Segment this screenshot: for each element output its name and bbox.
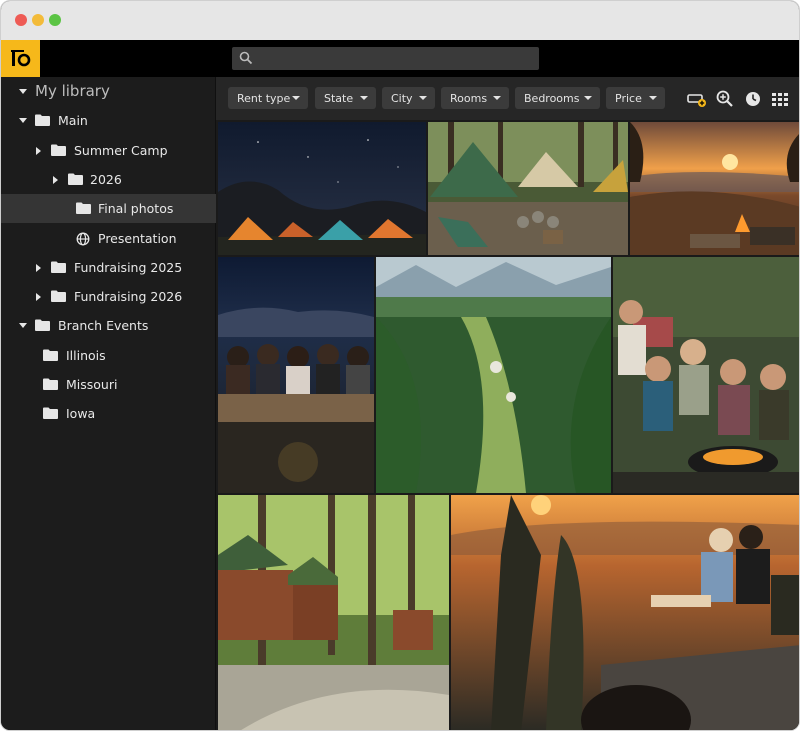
tree-root-label: My library: [35, 82, 110, 100]
filter-city[interactable]: City: [382, 87, 435, 109]
filter-bar: Rent type State City Rooms Bedrooms Pric…: [216, 77, 799, 120]
photo-aerial-valley: [376, 257, 611, 493]
caret-right-icon[interactable]: [34, 263, 44, 273]
app-header: [1, 40, 799, 77]
folder-icon: [51, 144, 66, 156]
tree-item-summer-camp[interactable]: Summer Camp: [1, 136, 216, 165]
dropdown-arrow-icon: [649, 96, 657, 100]
photo-tile[interactable]: [218, 495, 449, 730]
add-storage-icon[interactable]: [687, 89, 707, 109]
dropdown-arrow-icon: [419, 96, 427, 100]
logo-mark-icon: [10, 49, 30, 66]
search-bar[interactable]: [232, 47, 539, 70]
filter-price[interactable]: Price: [606, 87, 665, 109]
filter-rent-type[interactable]: Rent type: [228, 87, 308, 109]
caret-down-icon[interactable]: [18, 87, 28, 97]
photo-grid: [216, 120, 799, 730]
search-icon: [239, 51, 253, 65]
folder-icon: [35, 319, 50, 331]
maximize-window-button[interactable]: [49, 14, 61, 26]
folder-icon: [68, 173, 83, 185]
tree-item-presentation[interactable]: Presentation: [1, 224, 216, 253]
photo-tile[interactable]: [451, 495, 799, 730]
grid-view-icon[interactable]: [770, 89, 790, 109]
photo-friends-night: [218, 257, 374, 493]
close-window-button[interactable]: [15, 14, 27, 26]
app-logo[interactable]: [1, 40, 40, 77]
folder-icon: [43, 349, 58, 361]
caret-down-icon[interactable]: [18, 321, 28, 331]
photo-tile[interactable]: [376, 257, 611, 493]
filter-label: Rooms: [450, 91, 488, 105]
filter-label: Bedrooms: [524, 91, 580, 105]
zoom-in-icon[interactable]: [715, 89, 735, 109]
photo-tile[interactable]: [218, 257, 374, 493]
photo-tile[interactable]: [428, 122, 628, 255]
dropdown-arrow-icon: [292, 96, 300, 100]
caret-right-icon[interactable]: [34, 292, 44, 302]
folder-icon: [51, 261, 66, 273]
photo-log-cabins: [218, 495, 449, 730]
minimize-window-button[interactable]: [32, 14, 44, 26]
tree-item-iowa[interactable]: Iowa: [1, 399, 216, 428]
tree-item-label: Illinois: [66, 348, 106, 363]
tree-item-label: Main: [58, 113, 88, 128]
tree-root-my-library[interactable]: My library: [1, 77, 216, 106]
tree-item-fundraising-2025[interactable]: Fundraising 2025: [1, 253, 216, 282]
filter-label: State: [324, 91, 354, 105]
dropdown-arrow-icon: [360, 96, 368, 100]
photo-tents-night: [218, 122, 426, 255]
tree-item-illinois[interactable]: Illinois: [1, 341, 216, 370]
photo-tile[interactable]: [613, 257, 799, 493]
folder-icon: [43, 407, 58, 419]
caret-right-icon[interactable]: [34, 146, 44, 156]
tree-item-label: 2026: [90, 172, 122, 187]
dropdown-arrow-icon: [584, 96, 592, 100]
tree-item-2026[interactable]: 2026: [1, 165, 216, 194]
tree-item-label: Final photos: [98, 201, 174, 216]
filter-bedrooms[interactable]: Bedrooms: [515, 87, 600, 109]
filter-label: City: [391, 91, 413, 105]
folder-icon: [51, 290, 66, 302]
caret-down-icon[interactable]: [18, 116, 28, 126]
search-input[interactable]: [258, 47, 536, 70]
folder-icon: [76, 202, 91, 214]
folder-icon: [43, 378, 58, 390]
tree-item-label: Fundraising 2025: [74, 260, 183, 275]
filter-label: Rent type: [237, 91, 291, 105]
photo-campsite-forest: [428, 122, 628, 255]
tree-item-final-photos[interactable]: Final photos: [1, 194, 216, 223]
tree-item-branch-events[interactable]: Branch Events: [1, 311, 216, 340]
photo-sunset-cliff: [451, 495, 799, 730]
filter-state[interactable]: State: [315, 87, 376, 109]
tree-item-label: Fundraising 2026: [74, 289, 183, 304]
filter-rooms[interactable]: Rooms: [441, 87, 509, 109]
caret-right-icon[interactable]: [51, 175, 61, 185]
tree-item-label: Missouri: [66, 377, 118, 392]
library-sidebar: My library Main Summer Camp 2026 Final p…: [1, 77, 216, 730]
tree-item-label: Branch Events: [58, 318, 149, 333]
dropdown-arrow-icon: [493, 96, 501, 100]
tree-item-fundraising-2026[interactable]: Fundraising 2026: [1, 282, 216, 311]
title-bar: [1, 1, 799, 40]
tree-item-main[interactable]: Main: [1, 106, 216, 135]
tree-item-label: Summer Camp: [74, 143, 168, 158]
photo-tile[interactable]: [630, 122, 799, 255]
tree-item-label: Iowa: [66, 406, 96, 421]
tree-item-missouri[interactable]: Missouri: [1, 370, 216, 399]
folder-icon: [35, 114, 50, 126]
app-window: My library Main Summer Camp 2026 Final p…: [0, 0, 800, 731]
history-icon[interactable]: [743, 89, 763, 109]
photo-sunset-overlook: [630, 122, 799, 255]
photo-friends-campfire: [613, 257, 799, 493]
photo-tile[interactable]: [218, 122, 426, 255]
tree-item-label: Presentation: [98, 231, 177, 246]
filter-label: Price: [615, 91, 642, 105]
globe-icon: [76, 232, 90, 246]
content-area: Rent type State City Rooms Bedrooms Pric…: [216, 77, 799, 730]
